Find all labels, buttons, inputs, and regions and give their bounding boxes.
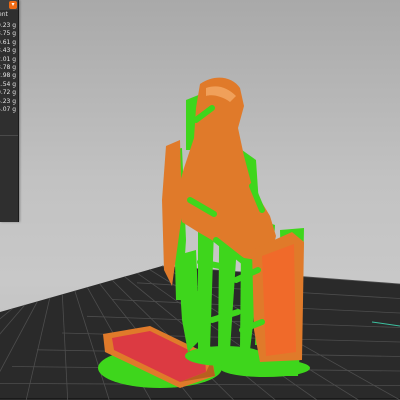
filament-weight-item: 1.54 g bbox=[0, 80, 17, 88]
filament-weight-item: 5.07 g bbox=[0, 105, 17, 113]
filament-weight-item: 2.01 g bbox=[0, 55, 17, 63]
filament-weight-list: 9.23 g3.75 g0.61 g3.43 g2.01 g3.78 g2.98… bbox=[0, 22, 16, 114]
panel-divider bbox=[0, 135, 18, 136]
filament-weight-item: 5.23 g bbox=[0, 97, 17, 105]
chevron-down-icon[interactable]: ▾ bbox=[9, 1, 17, 9]
filament-weight-item: 0.61 g bbox=[0, 38, 17, 46]
filament-usage-panel[interactable]: ▾ ent 9.23 g3.75 g0.61 g3.43 g2.01 g3.78… bbox=[0, 0, 19, 222]
filament-weight-item: 3.78 g bbox=[0, 63, 17, 71]
filament-weight-item: 3.75 g bbox=[0, 30, 17, 38]
3d-viewport[interactable]: ▾ ent 9.23 g3.75 g0.61 g3.43 g2.01 g3.78… bbox=[0, 0, 400, 400]
column-header-label: ent bbox=[0, 11, 8, 18]
panel-header: ▾ bbox=[0, 0, 18, 10]
filament-weight-item: 2.98 g bbox=[0, 72, 17, 80]
filament-weight-item: 3.43 g bbox=[0, 47, 17, 55]
filament-weight-item: 9.23 g bbox=[0, 22, 17, 29]
sliced-preview-scene[interactable] bbox=[0, 0, 400, 400]
filament-weight-item: 0.72 g bbox=[0, 89, 17, 97]
